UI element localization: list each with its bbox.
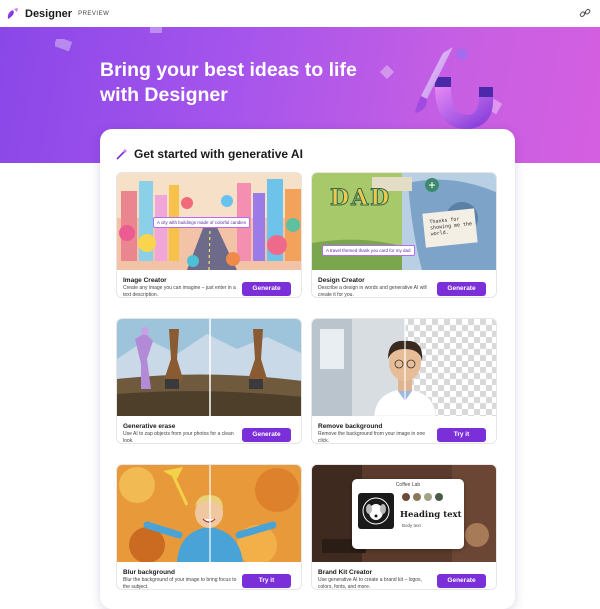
tile-description: Blur the background of your image to bri…: [123, 577, 237, 590]
swatch-dot: [435, 493, 443, 501]
decorative-shape-icon: [150, 27, 162, 33]
generate-button[interactable]: Generate: [437, 574, 486, 588]
hero-title: Bring your best ideas to life with Desig…: [100, 59, 357, 106]
prompt-callout: A travel themed thank you card for my da…: [322, 245, 415, 256]
generate-button[interactable]: Generate: [437, 282, 486, 296]
image-creator-tile[interactable]: A city with buildings made of colorful c…: [116, 172, 302, 298]
remove-background-tile[interactable]: Remove background Remove the background …: [311, 318, 497, 444]
swatch-dot: [413, 493, 421, 501]
tile-name: Blur background: [123, 569, 176, 576]
link-icon[interactable]: [579, 7, 591, 19]
designer-logo-icon[interactable]: [6, 7, 20, 21]
try-it-button[interactable]: Try it: [437, 428, 486, 442]
design-creator-tile[interactable]: DAD Thanks for showing me the world. A t…: [311, 172, 497, 298]
color-swatches: [402, 493, 443, 501]
blur-background-tile[interactable]: Blur background Blur the background of y…: [116, 464, 302, 590]
tile-name: Design Creator: [318, 277, 365, 284]
top-bar: Designer PREVIEW: [0, 0, 600, 27]
brand-kit-creator-tile[interactable]: Coffee Lab Heading text Body text Brand …: [311, 464, 497, 590]
decorative-shape-icon: [55, 39, 73, 52]
tile-name: Generative erase: [123, 423, 176, 430]
generate-button[interactable]: Generate: [242, 428, 291, 442]
dad-title-text: DAD: [329, 185, 392, 212]
dog-logo-icon: [358, 493, 394, 529]
generative-erase-tile[interactable]: Generative erase Use AI to zap objects f…: [116, 318, 302, 444]
tile-description: Describe a design in words and generativ…: [318, 285, 427, 298]
swatch-dot: [402, 493, 410, 501]
brand-kit-panel: Coffee Lab Heading text Body text: [352, 479, 464, 549]
app-name: Designer: [25, 7, 73, 20]
tile-description: Use generative AI to create a brand kit …: [318, 577, 422, 590]
section-title: Get started with generative AI: [134, 147, 303, 161]
swatch-dot: [424, 493, 432, 501]
try-it-button[interactable]: Try it: [242, 574, 291, 588]
tile-description: Remove the background from your image in…: [318, 431, 426, 444]
tile-name: Brand Kit Creator: [318, 569, 373, 576]
blur-background-preview: [117, 465, 301, 562]
brand-name: Coffee Lab: [395, 482, 421, 488]
magic-wand-icon: [116, 148, 128, 160]
generative-ai-card: Get started with generative AI A city wi…: [100, 129, 515, 609]
tile-name: Image Creator: [123, 277, 167, 284]
prompt-callout: A city with buildings made of colorful c…: [153, 217, 251, 228]
generative-erase-preview: [117, 319, 301, 416]
tile-description: Create any image you can imagine – just …: [123, 285, 236, 298]
heading-sample: Heading text: [400, 510, 462, 520]
tile-name: Remove background: [318, 423, 383, 430]
brand-kit-preview: Coffee Lab Heading text Body text: [312, 465, 496, 562]
preview-badge: PREVIEW: [78, 10, 110, 17]
tile-description: Use AI to zap objects from your photos f…: [123, 431, 234, 444]
generate-button[interactable]: Generate: [242, 282, 291, 296]
body-sample: Body text: [402, 523, 421, 528]
section-header: Get started with generative AI: [116, 147, 303, 161]
remove-background-preview: [312, 319, 496, 416]
